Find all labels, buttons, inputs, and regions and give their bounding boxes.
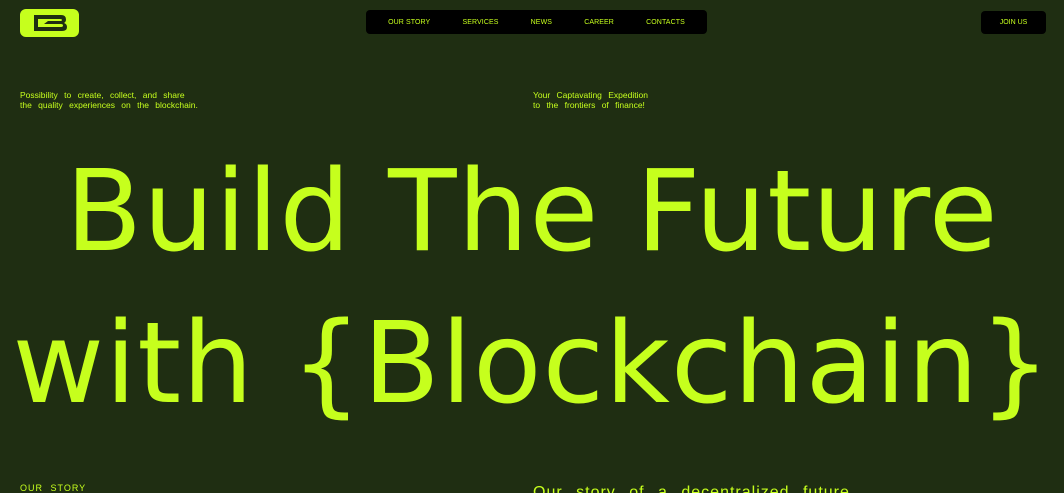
tagline-right-line1: Your Captavating Expedition	[533, 90, 648, 100]
nav-career[interactable]: CAREER	[584, 19, 614, 26]
nav-services[interactable]: SERVICES	[462, 19, 498, 26]
section-label: OUR STORY	[20, 483, 87, 493]
tagline-right-line2: to the frontiers of finance!	[533, 100, 645, 110]
hero-heading: Build The Future with {Blockchain}	[0, 136, 1064, 440]
landing-page: OUR STORY SERVICES NEWS CAREER CONTACTS …	[0, 0, 1064, 493]
tagline-left-line1: Possibility to create, collect, and shar…	[20, 90, 185, 100]
hero-line-1: Build The Future	[65, 147, 999, 277]
tagline-left: Possibility to create, collect, and shar…	[20, 90, 198, 110]
join-us-button[interactable]: JOIN US	[981, 11, 1046, 34]
logo[interactable]	[20, 9, 79, 37]
tagline-left-line2: the quality experiences on the blockchai…	[20, 100, 198, 110]
tagline-right: Your Captavating Expedition to the front…	[533, 90, 648, 110]
section-heading: Our story of a decentralized future	[533, 484, 850, 493]
main-nav: OUR STORY SERVICES NEWS CAREER CONTACTS	[366, 10, 707, 34]
nav-our-story[interactable]: OUR STORY	[388, 19, 430, 26]
nav-news[interactable]: NEWS	[531, 19, 552, 26]
nav-contacts[interactable]: CONTACTS	[646, 19, 685, 26]
hero-line-2: with {Blockchain}	[12, 299, 1052, 429]
logo-b-icon	[31, 13, 69, 33]
